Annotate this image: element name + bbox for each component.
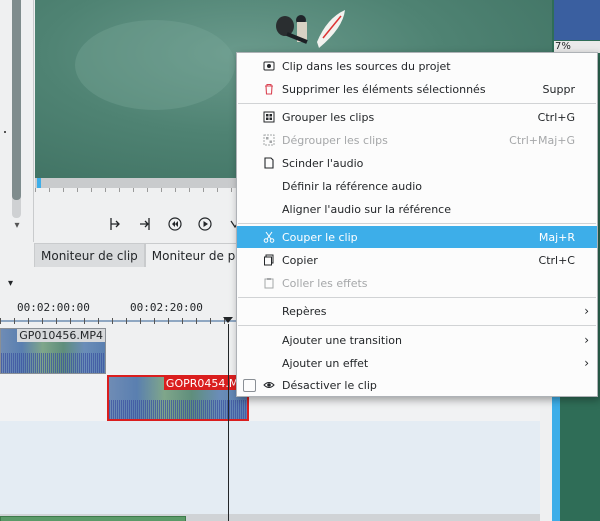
left-scrollbar-thumb[interactable] — [12, 0, 21, 200]
chevron-right-icon: › — [584, 304, 589, 318]
menu-separator — [238, 297, 596, 298]
tab-clip-monitor[interactable]: Moniteur de clip — [34, 243, 145, 267]
paste-icon — [262, 276, 276, 290]
menu-item-paste-effects: Coller les effets — [237, 272, 597, 294]
chevron-down-icon[interactable]: ▾ — [11, 220, 23, 232]
menu-item-split-audio[interactable]: Scinder l'audio — [237, 152, 597, 174]
playhead-line — [228, 324, 229, 521]
set-zone-out-button[interactable] — [135, 214, 155, 234]
menu-item-label: Coller les effets — [282, 276, 368, 290]
play-icon — [198, 217, 212, 231]
menu-item-cut-clip[interactable]: Couper le clip Maj+R — [237, 226, 597, 248]
chevron-right-icon: › — [584, 333, 589, 347]
menu-item-align-audio[interactable]: Aligner l'audio sur la référence — [237, 198, 597, 220]
menu-item-disable-clip[interactable]: Désactiver le clip — [237, 374, 597, 396]
menu-item-label: Ajouter une transition — [282, 333, 402, 347]
menu-item-label: Supprimer les éléments sélectionnés — [282, 82, 486, 96]
trash-icon — [262, 82, 276, 96]
audio-clip[interactable] — [0, 516, 186, 521]
audio-track[interactable] — [0, 468, 540, 514]
menu-item-group-clips[interactable]: Grouper les clips Ctrl+G — [237, 106, 597, 128]
menu-item-ungroup-clips: Dégrouper les clips Ctrl+Maj+G — [237, 129, 597, 151]
monitor-tabs: Moniteur de clip Moniteur de pro — [34, 243, 255, 267]
panel-dot — [4, 131, 6, 133]
playhead-handle[interactable] — [223, 317, 233, 323]
menu-item-clip-in-project-bin[interactable]: Clip dans les sources du projet — [237, 55, 597, 77]
clip-label: GP010456.MP4 — [17, 329, 105, 342]
menu-item-add-effect[interactable]: Ajouter un effet › — [237, 352, 597, 374]
menu-item-label: Scinder l'audio — [282, 156, 364, 170]
clip-label: GOPR0454.MP — [163, 377, 247, 390]
disable-clip-checkbox[interactable] — [243, 378, 256, 392]
menu-separator — [238, 103, 596, 104]
water-ripple — [75, 20, 235, 110]
menu-item-label: Définir la référence audio — [282, 179, 423, 193]
clip-audio-waveform — [109, 400, 247, 419]
split-audio-icon — [262, 156, 276, 170]
surfer-figure — [276, 15, 308, 44]
time-label: 00:02:20:00 — [130, 301, 203, 314]
project-thumbnail — [554, 0, 600, 40]
menu-item-label: Copier — [282, 253, 318, 267]
menu-item-set-audio-reference[interactable]: Définir la référence audio — [237, 175, 597, 197]
scissors-icon — [262, 230, 276, 244]
locate-icon — [262, 59, 276, 73]
menu-item-label: Désactiver le clip — [282, 378, 377, 392]
rewind-icon — [168, 217, 182, 231]
context-menu: Clip dans les sources du projet Supprime… — [236, 52, 598, 397]
menu-item-copy[interactable]: Copier Ctrl+C — [237, 249, 597, 271]
transport-controls — [105, 214, 245, 234]
zone-out-icon — [140, 218, 150, 230]
chevron-right-icon: › — [584, 356, 589, 370]
rewind-button[interactable] — [165, 214, 185, 234]
audio-track[interactable] — [0, 421, 540, 468]
surfboard-figure — [317, 10, 345, 48]
left-panel: ▾ — [0, 0, 34, 242]
menu-item-shortcut: Ctrl+Maj+G — [509, 133, 575, 147]
ungroup-icon — [262, 133, 276, 147]
set-zone-in-button[interactable] — [105, 214, 125, 234]
chevron-down-icon[interactable]: ▾ — [8, 278, 13, 289]
menu-item-shortcut: Ctrl+C — [538, 253, 575, 267]
copy-icon — [262, 253, 276, 267]
menu-item-markers[interactable]: Repères › — [237, 300, 597, 322]
left-scrollbar[interactable] — [12, 0, 21, 218]
menu-item-shortcut: Suppr — [542, 82, 575, 96]
monitor-playhead[interactable] — [37, 178, 41, 188]
menu-item-label: Clip dans les sources du projet — [282, 59, 451, 73]
menu-item-add-transition[interactable]: Ajouter une transition › — [237, 329, 597, 351]
menu-item-label: Grouper les clips — [282, 110, 375, 124]
zone-in-icon — [110, 218, 120, 230]
eye-icon — [262, 378, 276, 392]
play-button[interactable] — [195, 214, 215, 234]
menu-item-shortcut: Maj+R — [538, 230, 575, 244]
menu-item-delete-selected[interactable]: Supprimer les éléments sélectionnés Supp… — [237, 78, 597, 100]
menu-separator — [238, 223, 596, 224]
clip-audio-waveform — [1, 353, 105, 373]
menu-item-shortcut: Ctrl+G — [537, 110, 575, 124]
menu-item-label: Aligner l'audio sur la référence — [282, 202, 451, 216]
menu-separator — [238, 325, 596, 326]
menu-item-label: Dégrouper les clips — [282, 133, 388, 147]
group-icon — [262, 110, 276, 124]
menu-item-label: Ajouter un effet — [282, 356, 369, 370]
timeline-clip[interactable]: GP010456.MP4 — [0, 328, 106, 374]
menu-item-label: Couper le clip — [282, 230, 358, 244]
time-label: 00:02:00:00 — [17, 301, 90, 314]
menu-item-label: Repères — [282, 304, 327, 318]
